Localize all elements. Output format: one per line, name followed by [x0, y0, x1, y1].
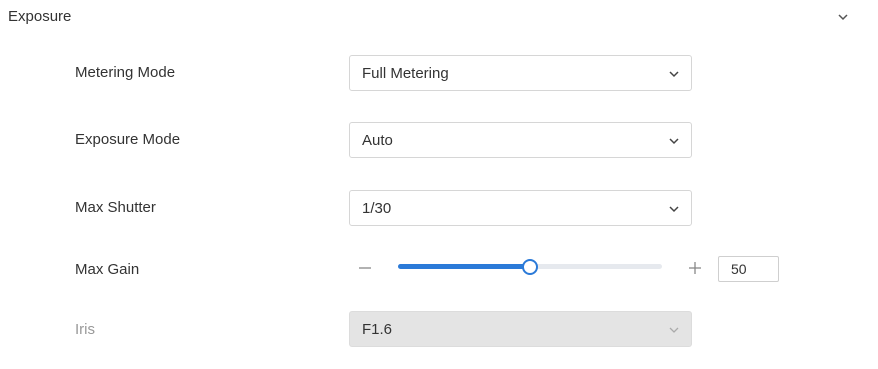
max-gain-slider-fill: [398, 264, 530, 269]
max-gain-slider-thumb[interactable]: [522, 259, 538, 275]
chevron-down-icon[interactable]: [836, 10, 850, 24]
plus-icon[interactable]: [688, 261, 702, 275]
metering-mode-label: Metering Mode: [75, 64, 176, 81]
max-gain-input[interactable]: [718, 256, 779, 282]
section-title: Exposure: [8, 8, 72, 25]
chevron-down-icon: [669, 206, 679, 213]
metering-mode-select[interactable]: Full Metering: [349, 55, 692, 91]
exposure-mode-label: Exposure Mode: [75, 131, 181, 148]
minus-icon[interactable]: [358, 261, 372, 275]
max-gain-label: Max Gain: [75, 261, 140, 278]
chevron-down-icon: [669, 138, 679, 145]
exposure-mode-value: Auto: [362, 132, 393, 149]
max-shutter-label: Max Shutter: [75, 199, 156, 216]
chevron-down-icon: [669, 327, 679, 333]
exposure-section-header[interactable]: Exposure: [0, 0, 878, 36]
iris-label: Iris: [75, 321, 95, 338]
max-shutter-value: 1/30: [362, 200, 392, 217]
iris-select: F1.6: [349, 311, 692, 347]
exposure-mode-select[interactable]: Auto: [349, 122, 692, 158]
max-shutter-select[interactable]: 1/30: [349, 190, 692, 226]
iris-value: F1.6: [362, 321, 393, 338]
chevron-down-icon: [669, 71, 679, 78]
metering-mode-value: Full Metering: [362, 65, 449, 82]
